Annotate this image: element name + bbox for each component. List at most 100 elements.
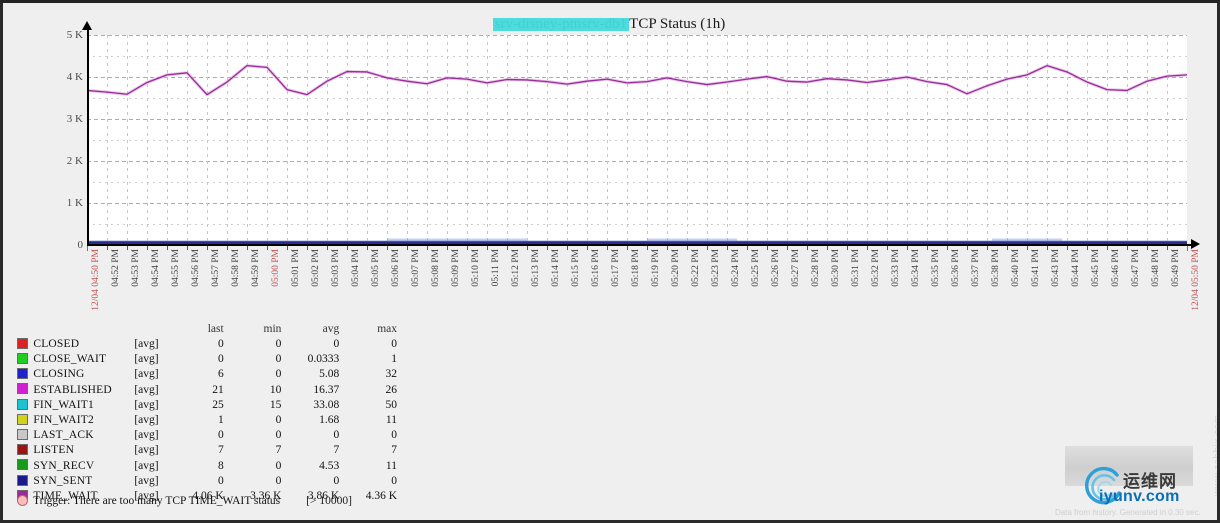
x-tick-label: 05:47 PM (1131, 249, 1141, 287)
legend-row: FIN_WAIT2 [avg] 1 0 1.68 11 (17, 413, 397, 428)
x-tick-label: 05:25 PM (751, 249, 761, 287)
y-axis-arrow-icon (82, 21, 92, 30)
legend-value-last: 25 (212, 398, 224, 411)
legend-aggregation: [avg] (134, 383, 159, 396)
legend-gap (224, 413, 235, 428)
graph-canvas: srv-disney-pmsrv-db1 TCP Status (1h) 01 … (3, 3, 1220, 520)
x-tick-mark (667, 246, 668, 250)
legend-row: CLOSED [avg] 0 0 0 0 (17, 337, 397, 352)
legend-gap (281, 413, 292, 428)
legend-aggregation: [avg] (134, 429, 159, 442)
x-tick-mark (967, 246, 968, 250)
legend-value-min: 0 (275, 414, 282, 427)
legend-gap (281, 398, 292, 413)
trigger-row: Trigger: There are too many TCP TIME_WAI… (17, 494, 352, 507)
x-tick-mark (147, 246, 148, 250)
legend-value-avg: 16.37 (313, 383, 340, 396)
legend-value-max: 0 (391, 429, 397, 442)
x-tick-mark (1167, 246, 1168, 250)
legend-gap (339, 443, 350, 458)
x-tick-mark (647, 246, 648, 250)
legend-value-max: 4.36 K (365, 490, 397, 503)
legend-aggregation: [avg] (134, 459, 159, 472)
x-tick-mark (867, 246, 868, 250)
series-color-swatch (17, 474, 28, 486)
x-tick-label: 04:57 PM (211, 249, 221, 287)
legend-gap (224, 367, 235, 382)
legend-value-last: 8 (217, 459, 224, 472)
legend-aggregation: [avg] (134, 368, 159, 381)
legend-value-last: 21 (212, 383, 224, 396)
legend-value-avg: 0 (333, 338, 340, 350)
legend-series-name: SYN_RECV (33, 459, 95, 472)
legend-value-min: 0 (275, 474, 282, 487)
legend-swatch-cell (17, 413, 33, 428)
legend-value-min: 0 (275, 429, 282, 442)
legend-gap (339, 398, 350, 413)
legend-header-agg (134, 323, 176, 337)
x-tick-mark (87, 246, 88, 251)
x-tick-mark (547, 246, 548, 250)
x-tick-mark (267, 246, 268, 250)
x-tick-label: 05:45 PM (1091, 249, 1101, 287)
trigger-dot-icon (17, 494, 28, 506)
x-tick-mark (227, 246, 228, 250)
x-tick-mark (767, 246, 768, 250)
x-tick-mark (1067, 246, 1068, 250)
legend-series-name: ESTABLISHED (33, 383, 112, 396)
legend-gap (281, 428, 292, 443)
x-tick-mark (727, 246, 728, 250)
x-tick-label: 05:36 PM (951, 249, 961, 287)
x-tick-label: 05:48 PM (1151, 249, 1161, 287)
legend-value-min: 15 (269, 398, 282, 411)
legend-value-last: 1 (217, 414, 224, 427)
x-tick-mark (527, 246, 528, 250)
x-tick-mark (887, 246, 888, 250)
legend-gap (281, 383, 292, 398)
x-tick-label: 05:16 PM (591, 249, 601, 287)
y-axis-line (87, 29, 89, 245)
legend-swatch-cell (17, 474, 33, 489)
legend-gap (281, 459, 292, 474)
trigger-label: Trigger: There are too many TCP TIME_WAI… (33, 495, 281, 507)
legend-gap (339, 413, 350, 428)
x-tick-mark (407, 246, 408, 250)
legend-row: ESTABLISHED [avg] 21 10 16.37 26 (17, 383, 397, 398)
x-tick-label: 05:27 PM (791, 249, 801, 287)
x-tick-label: 05:13 PM (531, 249, 541, 287)
logo-url-text: iyunv.com (1099, 488, 1180, 505)
trigger-threshold: [> 10000] (306, 495, 352, 507)
legend-value-last: 0 (217, 429, 224, 442)
x-tick-label: 05:28 PM (811, 249, 821, 287)
legend-value-max: 7 (391, 444, 397, 457)
x-tick-mark (1107, 246, 1108, 250)
x-tick-mark (347, 246, 348, 250)
x-tick-mark (387, 246, 388, 250)
x-tick-mark (167, 246, 168, 250)
x-tick-mark (747, 246, 748, 250)
x-tick-label: 05:49 PM (1171, 249, 1181, 287)
x-tick-mark (567, 246, 568, 250)
legend-value-avg: 0 (333, 474, 340, 487)
x-tick-label: 05:12 PM (511, 249, 521, 287)
legend-value-max: 50 (385, 398, 398, 411)
legend-header-max: max (377, 323, 397, 335)
legend-body: CLOSED [avg] 0 0 0 0 CLOSE_WAIT [avg] 0 0 0.0333 1 C… (17, 337, 397, 504)
legend-gap (224, 474, 235, 489)
series-color-swatch (17, 337, 28, 349)
legend-swatch-cell (17, 352, 33, 367)
x-tick-label: 05:44 PM (1071, 249, 1081, 287)
x-tick-label: 04:58 PM (231, 249, 241, 287)
legend-row: FIN_WAIT1 [avg] 25 15 33.08 50 (17, 398, 397, 413)
x-tick-label: 05:09 PM (451, 249, 461, 287)
x-tick-mark (207, 246, 208, 250)
legend-gap (281, 337, 292, 352)
legend-swatch-cell (17, 443, 33, 458)
x-tick-label: 05:00 PM (271, 249, 281, 287)
legend-gap (224, 398, 235, 413)
legend-series-name: CLOSED (33, 338, 80, 350)
legend-value-avg: 4.53 (319, 459, 340, 472)
legend-series-name: CLOSING (33, 368, 85, 381)
x-tick-mark (1127, 246, 1128, 250)
x-tick-mark (367, 246, 368, 250)
